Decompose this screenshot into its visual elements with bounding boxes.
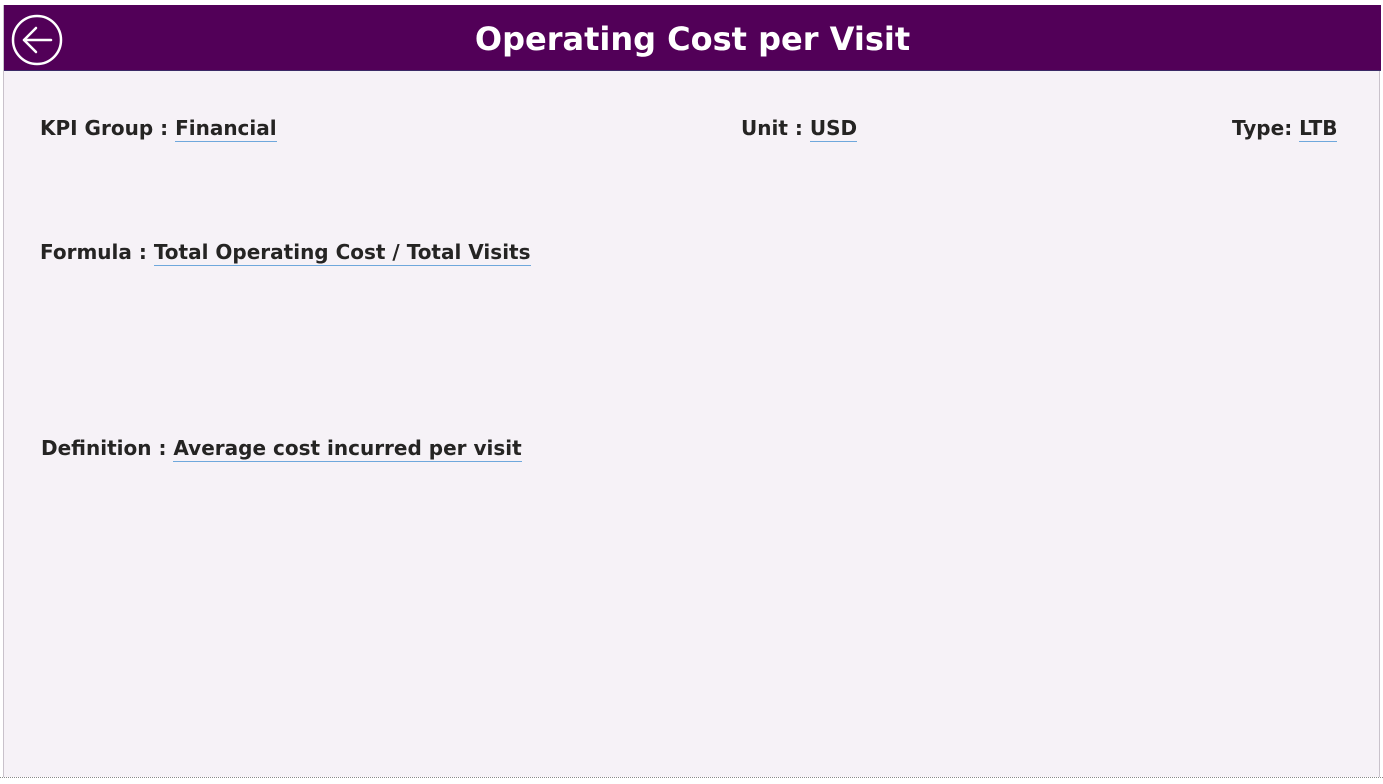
kpi-detail-page: Operating Cost per Visit KPI Group : Fin…: [3, 5, 1381, 777]
arrow-left-circle-icon[interactable]: [11, 14, 63, 66]
definition-field: Definition : Average cost incurred per v…: [41, 436, 522, 462]
type-label: Type:: [1232, 116, 1300, 140]
kpi-group-field: KPI Group : Financial: [40, 116, 277, 142]
formula-label: Formula :: [40, 240, 154, 264]
definition-value: Average cost incurred per visit: [173, 436, 522, 462]
definition-label: Definition :: [41, 436, 174, 460]
page-header: Operating Cost per Visit: [4, 5, 1381, 71]
unit-field: Unit : USD: [741, 116, 858, 142]
formula-field: Formula : Total Operating Cost / Total V…: [40, 240, 531, 266]
unit-label: Unit :: [741, 116, 810, 140]
kpi-group-value: Financial: [175, 116, 277, 142]
type-value: LTB: [1299, 116, 1338, 142]
kpi-group-label: KPI Group :: [40, 116, 176, 140]
type-field: Type: LTB: [1232, 116, 1338, 142]
page-bottom-divider: [0, 777, 1383, 778]
unit-value: USD: [809, 116, 858, 142]
page-title: Operating Cost per Visit: [474, 20, 911, 58]
formula-value: Total Operating Cost / Total Visits: [153, 240, 531, 266]
